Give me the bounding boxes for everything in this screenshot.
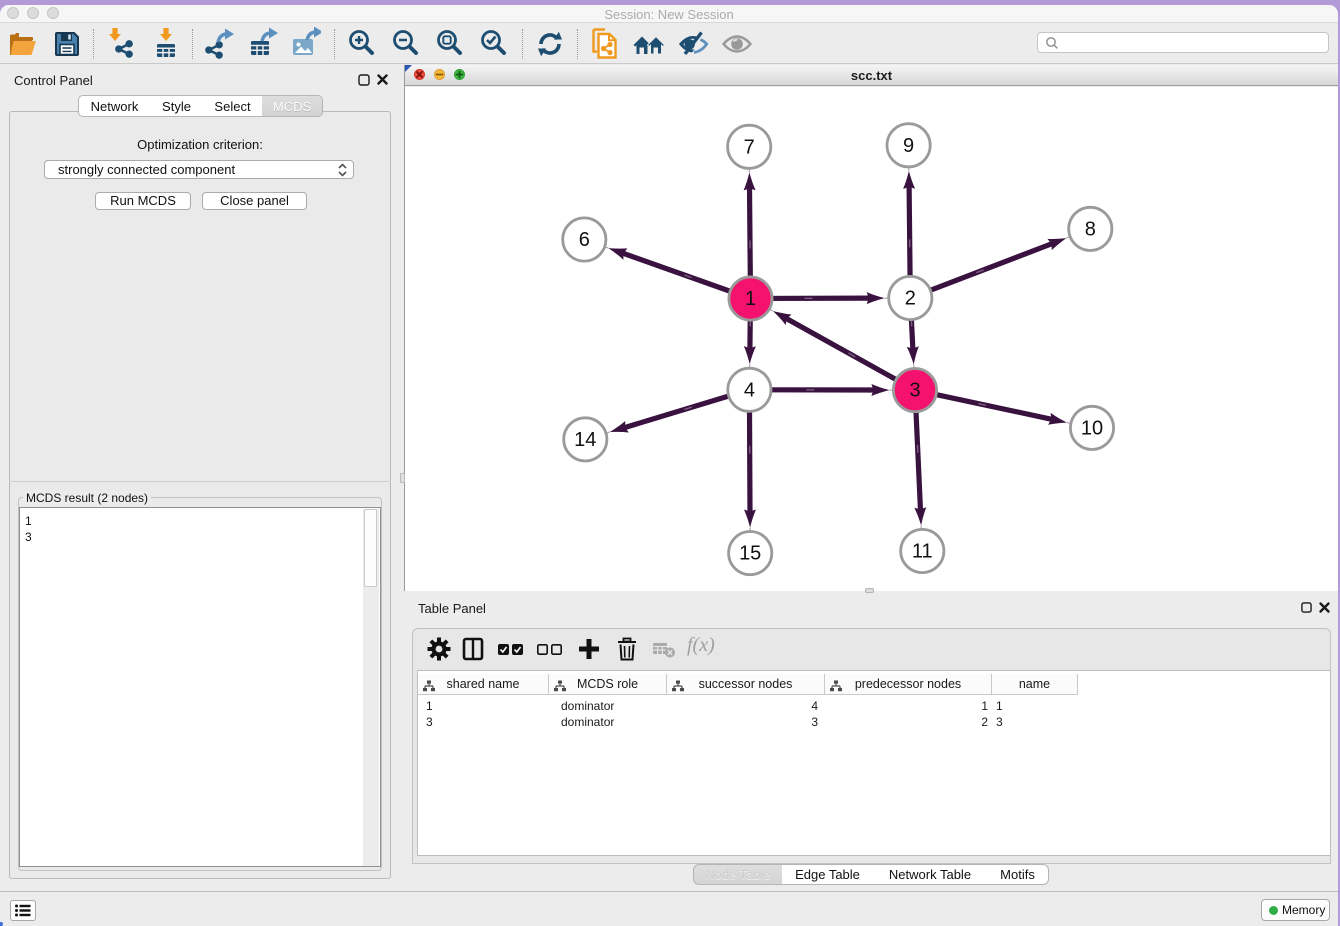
svg-text:10: 10	[1081, 417, 1103, 439]
svg-text:15: 15	[739, 542, 761, 564]
svg-text:7: 7	[744, 136, 755, 158]
svg-text:2: 2	[905, 287, 916, 309]
svg-text:9: 9	[903, 134, 914, 156]
svg-text:4: 4	[744, 379, 755, 401]
svg-text:8: 8	[1085, 218, 1096, 240]
svg-text:11: 11	[912, 540, 933, 562]
svg-text:3: 3	[909, 379, 920, 401]
svg-text:1: 1	[745, 288, 756, 310]
svg-text:6: 6	[579, 229, 590, 251]
svg-text:14: 14	[574, 428, 596, 450]
